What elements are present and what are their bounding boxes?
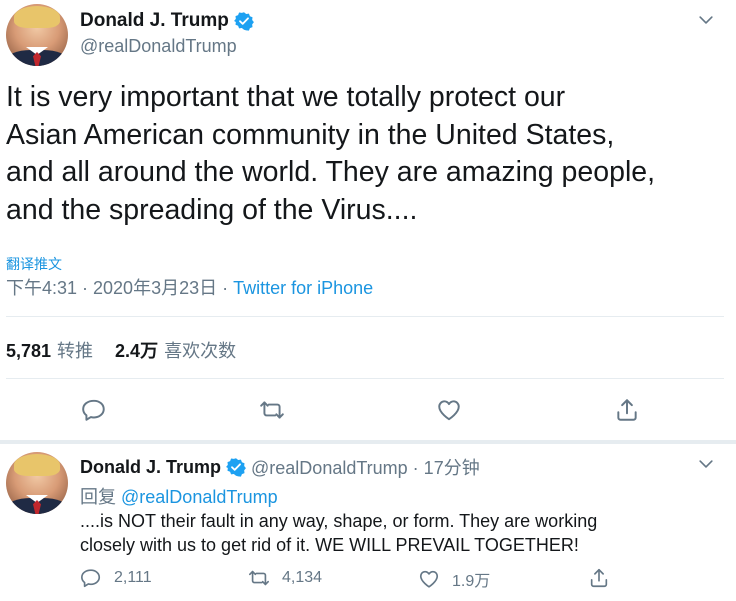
avatar[interactable] [6, 452, 68, 514]
divider [6, 378, 724, 379]
replying-to: 回复 @realDonaldTrump [80, 487, 278, 507]
like-icon[interactable] [436, 397, 462, 423]
handle-and-time[interactable]: @realDonaldTrump · 17分钟 [251, 454, 480, 480]
translate-link[interactable]: 翻译推文 [6, 254, 62, 274]
verified-badge-icon [233, 12, 254, 31]
likes-stat[interactable]: 2.4万 喜欢次数 [115, 337, 236, 363]
retweet-icon [249, 570, 269, 586]
engagement-stats: 5,781 转推 2.4万 喜欢次数 [6, 337, 258, 363]
author-name-row[interactable]: Donald J. Trump @realDonaldTrump · 17分钟 [80, 454, 480, 480]
display-name[interactable]: Donald J. Trump [80, 10, 229, 32]
like-icon [419, 570, 439, 588]
reply-tweet[interactable]: Donald J. Trump @realDonaldTrump · 17分钟 … [0, 444, 736, 601]
tweet-text: It is very important that we totally pro… [6, 81, 656, 226]
avatar[interactable] [6, 4, 68, 66]
main-tweet: Donald J. Trump @realDonaldTrump It is v… [0, 0, 736, 442]
like-count: 1.9万 [452, 573, 491, 590]
retweet-count: 4,134 [282, 569, 323, 586]
retweets-stat[interactable]: 5,781 转推 [6, 337, 93, 363]
tweet-meta: 下午4:31 · 2020年3月23日 · Twitter for iPhone [6, 274, 373, 300]
display-name[interactable]: Donald J. Trump [80, 457, 221, 478]
chevron-down-icon[interactable] [696, 454, 716, 474]
author-name-row[interactable]: Donald J. Trump [80, 10, 254, 32]
reply-count: 2,111 [114, 569, 152, 586]
verified-badge-icon [226, 458, 246, 477]
handle-row: @realDonaldTrump [80, 36, 237, 57]
source-link[interactable]: Twitter for iPhone [233, 278, 373, 298]
timestamp[interactable]: 下午4:31 · 2020年3月23日 · [6, 278, 233, 298]
share-button[interactable] [588, 567, 610, 589]
share-icon[interactable] [614, 397, 640, 423]
divider [6, 316, 724, 317]
retweet-icon[interactable] [259, 397, 285, 423]
retweet-button[interactable]: 4,134 [248, 567, 322, 589]
share-icon [590, 568, 608, 588]
reply-actions: 2,111 4,134 1.9万 [80, 567, 640, 591]
reply-button[interactable]: 2,111 [80, 567, 152, 589]
mention-link[interactable]: @realDonaldTrump [121, 487, 278, 507]
tweet-text: ....is NOT their fault in any way, shape… [80, 511, 598, 555]
like-button[interactable]: 1.9万 [418, 567, 490, 591]
reply-icon[interactable] [81, 397, 107, 423]
chevron-down-icon[interactable] [696, 10, 716, 30]
handle[interactable]: @realDonaldTrump [80, 36, 237, 57]
reply-icon [81, 569, 101, 588]
